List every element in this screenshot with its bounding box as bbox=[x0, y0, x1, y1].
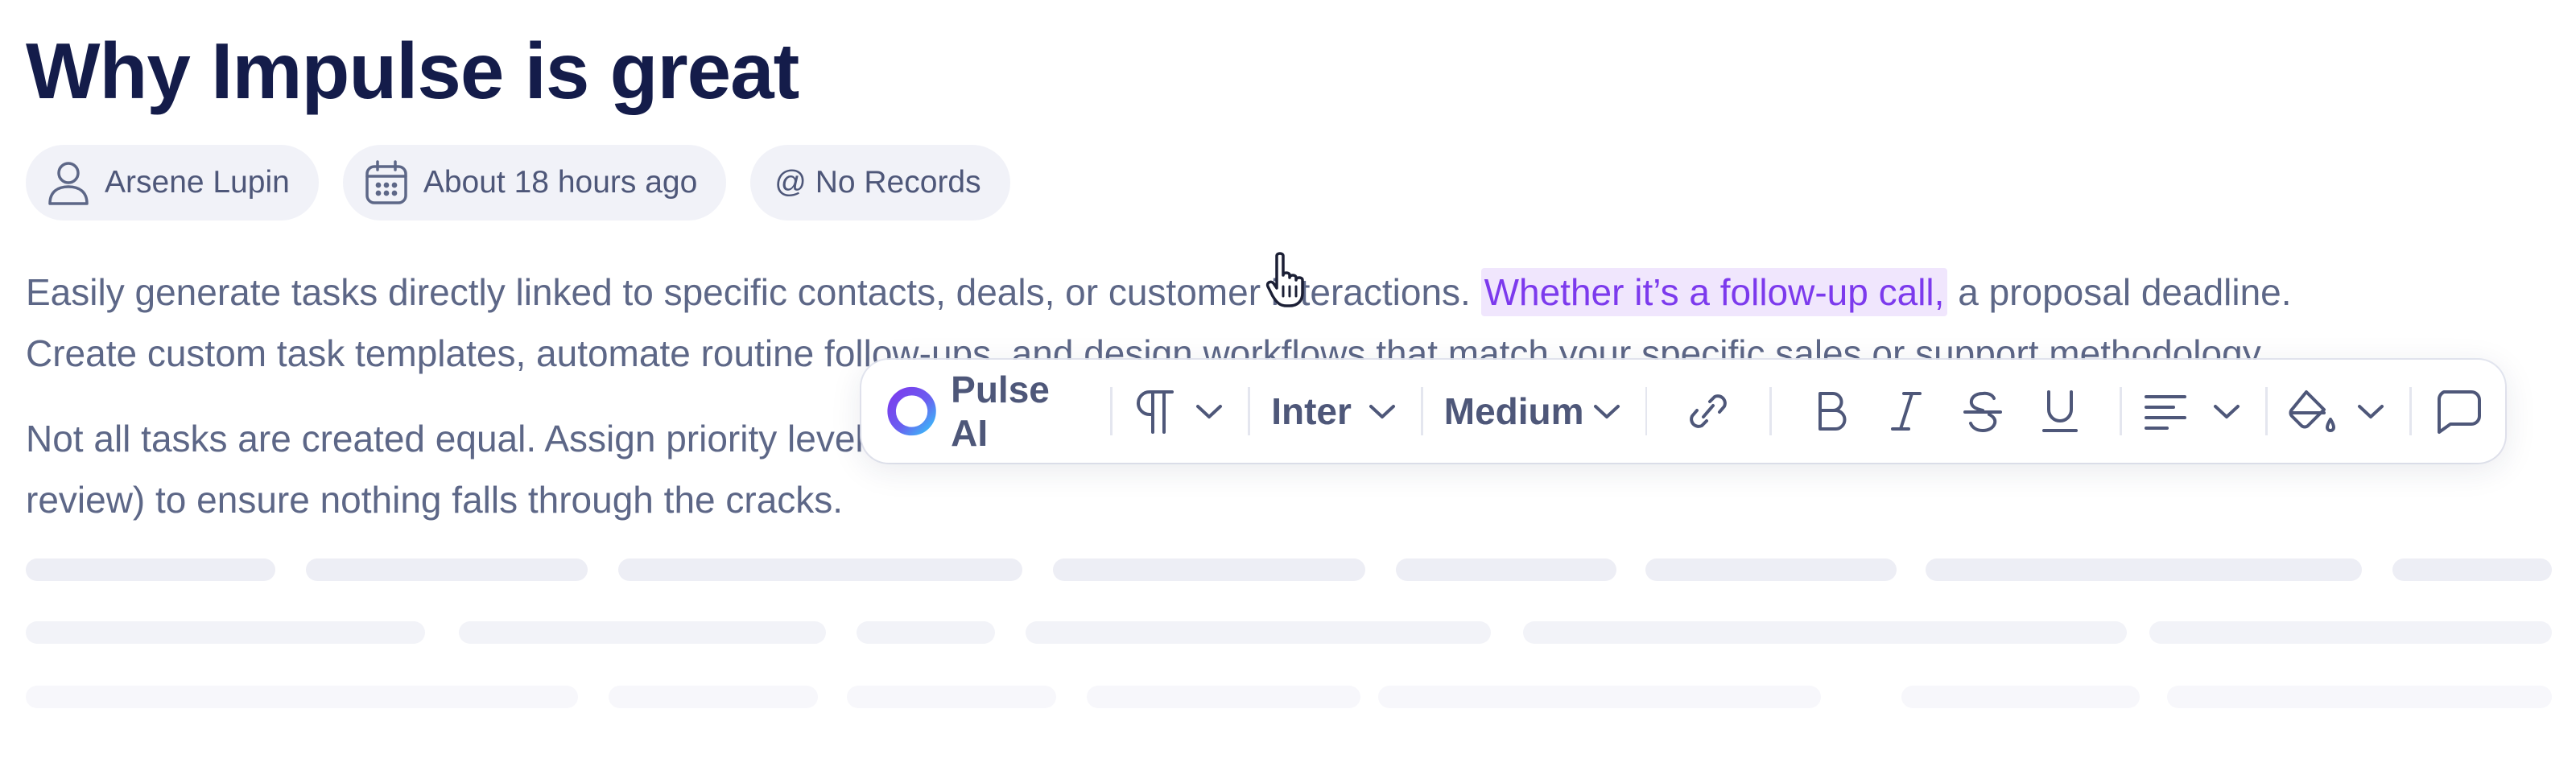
block-type-dropdown[interactable] bbox=[1133, 360, 1227, 463]
skeleton-bar bbox=[306, 558, 588, 581]
records-chip[interactable]: @ No Records bbox=[750, 145, 1010, 221]
skeleton-bar bbox=[857, 621, 995, 644]
toolbar-divider bbox=[1248, 387, 1251, 435]
strikethrough-icon bbox=[1963, 391, 2003, 432]
skeleton-bar bbox=[26, 686, 578, 708]
comment-icon bbox=[2437, 390, 2481, 434]
time-text: About 18 hours ago bbox=[423, 165, 698, 200]
page-title: Why Impulse is great bbox=[26, 27, 799, 115]
skeleton-bar bbox=[1026, 621, 1491, 644]
paragraph-1-text-a: Easily generate tasks directly linked to… bbox=[26, 271, 1481, 313]
italic-icon bbox=[1891, 392, 1922, 431]
link-icon bbox=[1690, 394, 1728, 428]
pulse-ai-ring-icon bbox=[887, 386, 936, 436]
skeleton-bar bbox=[1523, 621, 2127, 644]
underline-button[interactable] bbox=[2039, 360, 2081, 463]
chevron-down-icon bbox=[1593, 405, 1620, 418]
formatting-toolbar: Pulse AI Inter Medium bbox=[861, 360, 2505, 463]
paragraph-icon bbox=[1137, 390, 1174, 434]
skeleton-bar bbox=[2149, 621, 2552, 644]
font-family-value: Inter bbox=[1271, 390, 1352, 432]
alignment-dropdown[interactable] bbox=[2143, 360, 2244, 463]
font-family-dropdown[interactable]: Inter bbox=[1271, 360, 1400, 463]
skeleton-bar bbox=[1396, 558, 1616, 581]
skeleton-bar bbox=[2392, 558, 2552, 581]
paint-bucket-icon bbox=[2289, 390, 2336, 432]
selected-text-highlight[interactable]: Whether it’s a follow-up call, bbox=[1480, 268, 1948, 316]
skeleton-bar bbox=[1901, 686, 2140, 708]
font-weight-value: Medium bbox=[1443, 390, 1584, 432]
bold-icon bbox=[1818, 392, 1847, 431]
paragraph-1-text-b: a proposal deadline. bbox=[1947, 271, 2292, 313]
skeleton-bar bbox=[609, 686, 818, 708]
paragraph-2: Not all tasks are created equal. Assign … bbox=[26, 408, 882, 530]
fill-color-dropdown[interactable] bbox=[2289, 360, 2388, 463]
skeleton-bar bbox=[618, 558, 1022, 581]
bold-button[interactable] bbox=[1810, 360, 1851, 463]
toolbar-divider bbox=[1420, 387, 1423, 435]
author-chip[interactable]: Arsene Lupin bbox=[26, 145, 319, 221]
skeleton-bar bbox=[26, 621, 425, 644]
calendar-icon bbox=[365, 160, 407, 204]
italic-button[interactable] bbox=[1886, 360, 1926, 463]
hand-pointer-icon bbox=[1265, 252, 1304, 307]
author-name: Arsene Lupin bbox=[105, 165, 290, 200]
toolbar-divider bbox=[2265, 387, 2268, 435]
skeleton-bar bbox=[2167, 686, 2552, 708]
toolbar-divider bbox=[1645, 387, 1648, 435]
font-weight-dropdown[interactable]: Medium bbox=[1444, 360, 1624, 463]
skeleton-bar bbox=[1378, 686, 1821, 708]
paragraph-2-line-2: review) to ensure nothing falls through … bbox=[26, 479, 844, 521]
chevron-down-icon bbox=[1196, 405, 1223, 418]
chevron-down-icon bbox=[2214, 405, 2240, 418]
strikethrough-button[interactable] bbox=[1962, 360, 2004, 463]
user-icon bbox=[48, 162, 89, 205]
skeleton-bar bbox=[1053, 558, 1365, 581]
skeleton-bar bbox=[1645, 558, 1897, 581]
time-chip[interactable]: About 18 hours ago bbox=[342, 145, 727, 221]
skeleton-bar bbox=[26, 558, 275, 581]
link-button[interactable] bbox=[1686, 360, 1731, 463]
chevron-down-icon bbox=[2358, 405, 2384, 418]
toolbar-divider bbox=[2409, 387, 2412, 435]
paragraph-2-line-1: Not all tasks are created equal. Assign … bbox=[26, 418, 882, 460]
document-page: Why Impulse is great Arsene Lupin About … bbox=[0, 0, 2576, 779]
pulse-ai-label: Pulse AI bbox=[951, 369, 1050, 454]
align-left-icon bbox=[2145, 395, 2187, 430]
chevron-down-icon bbox=[1368, 405, 1395, 418]
toolbar-divider bbox=[1110, 387, 1113, 435]
underline-icon bbox=[2042, 390, 2079, 432]
skeleton-bar bbox=[459, 621, 826, 644]
toolbar-divider bbox=[2120, 387, 2123, 435]
skeleton-bar bbox=[1087, 686, 1360, 708]
comment-button[interactable] bbox=[2433, 360, 2483, 463]
toolbar-divider bbox=[1769, 387, 1773, 435]
meta-chips: Arsene Lupin About 18 hours ago @ No Rec… bbox=[26, 145, 1010, 221]
skeleton-bar bbox=[1926, 558, 2362, 581]
skeleton-bar bbox=[847, 686, 1056, 708]
records-text: @ No Records bbox=[774, 165, 981, 200]
pulse-ai-button[interactable]: Pulse AI bbox=[886, 360, 1089, 463]
